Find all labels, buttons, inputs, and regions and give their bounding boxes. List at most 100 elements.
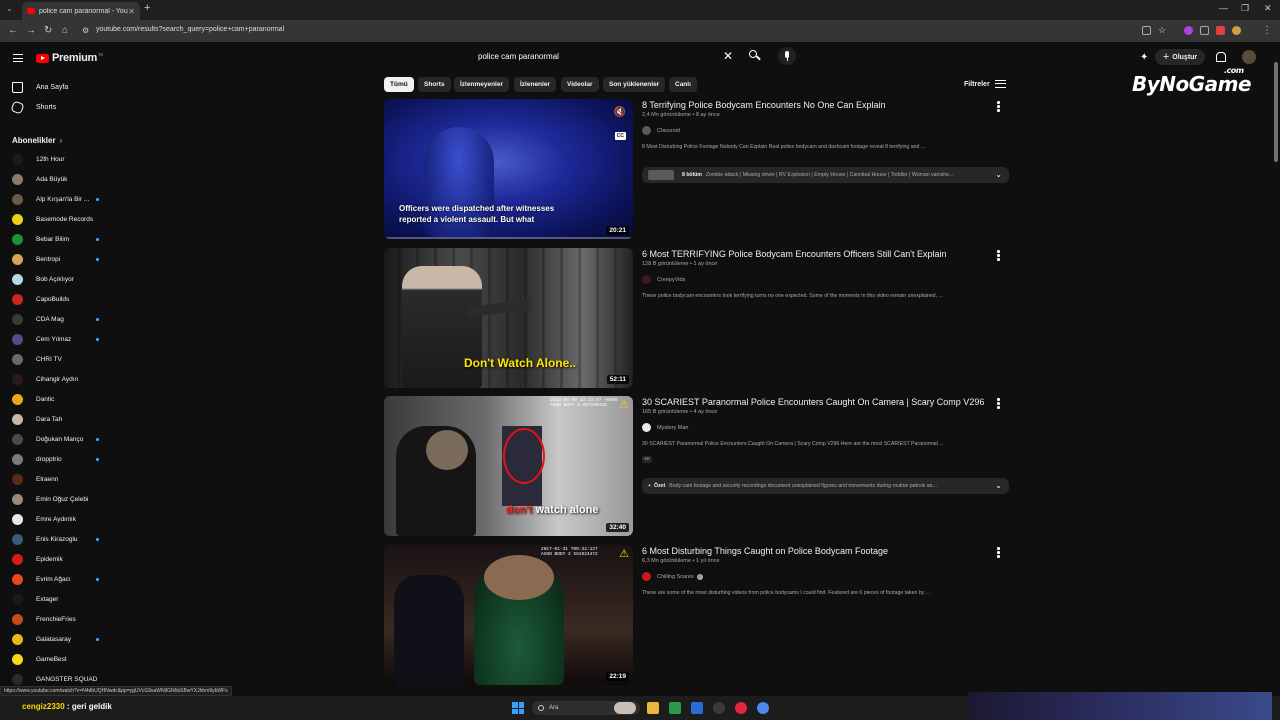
windows-start-icon[interactable] [512,702,524,714]
sidebar-subscription[interactable]: Evrim Ağacı [12,573,112,585]
hamburger-menu-icon[interactable] [13,54,23,62]
sidebar-subscription[interactable]: CHRI TV [12,353,112,365]
video-result[interactable]: 2017-01-31 T00:32:127 AXON BODY 2 X81024… [384,545,1010,685]
sidebar-subscription[interactable]: Emin Oğuz Çelebi [12,493,112,505]
sidebar-subscription[interactable]: Extager [12,593,112,605]
video-title[interactable]: 30 SCARIEST Paranormal Police Encounters… [642,396,1002,408]
extensions-puzzle-icon[interactable] [1200,26,1209,35]
extension-icon[interactable] [1184,26,1193,35]
video-result[interactable]: 🔇 CC Officers were dispatched after witn… [384,99,1010,239]
search-input[interactable]: police cam paranormal [478,52,559,61]
sidebar-subscription[interactable]: Emre Aydınlık [12,513,112,525]
sidebar-subscription[interactable]: Cem Yılmaz [12,333,112,345]
sidebar-subscription[interactable]: Enis Kirazoglu [12,533,112,545]
more-options-icon[interactable] [997,250,1000,262]
channel-link[interactable]: Chezzoid [642,126,1002,135]
subscriptions-heading[interactable]: Abonelikler › [12,136,62,145]
app-green-icon[interactable] [669,702,681,714]
chrome-icon[interactable] [757,702,769,714]
more-options-icon[interactable] [997,398,1000,410]
home-button-icon[interactable]: ⌂ [62,25,68,36]
youtube-logo[interactable]: Premium TR [36,52,103,64]
sidebar-subscription[interactable]: Cihangir Aydın [12,373,112,385]
ai-summary-bar[interactable]: + Özet Body cam footage and security rec… [642,478,1009,494]
chip-unwatched[interactable]: İzlenmeyenler [454,77,509,92]
page-scrollbar[interactable] [1272,42,1280,690]
more-options-icon[interactable] [997,101,1000,113]
sidebar-subscription[interactable]: GANGSTER SQUAD [12,673,112,685]
site-info-icon[interactable]: ⚙ [82,26,89,35]
search-icon[interactable] [748,49,762,63]
app-blue-icon[interactable] [691,702,703,714]
close-tab-icon[interactable]: ✕ [128,7,135,16]
channel-link[interactable]: Chilling Scares ✓ [642,572,1002,581]
more-options-icon[interactable] [997,547,1000,559]
closed-captions-icon[interactable]: CC [614,132,626,140]
video-result[interactable]: Don't Watch Alone.. 52:11 6 Most TERRIFY… [384,248,1010,388]
install-app-icon[interactable] [1142,26,1151,35]
file-explorer-icon[interactable] [647,702,659,714]
premium-spark-icon[interactable]: ✦ [1140,52,1148,63]
chevron-down-icon[interactable]: ⌄ [995,481,1002,490]
bookmark-star-icon[interactable]: ☆ [1158,25,1166,36]
sidebar-subscription[interactable]: Dantic [12,393,112,405]
chapters-bar[interactable]: 8 bölüm Zombie attack | Missing driver |… [642,167,1009,183]
chevron-down-icon[interactable]: ⌄ [995,170,1002,179]
video-title[interactable]: 6 Most Disturbing Things Caught on Polic… [642,545,1002,557]
sidebar-subscription[interactable]: FrenchieFries [12,613,112,625]
forward-arrow-icon[interactable]: → [26,25,36,36]
widget-icon[interactable] [614,702,636,714]
app-gray-icon[interactable] [713,702,725,714]
sidebar-subscription[interactable]: Dara Tah [12,413,112,425]
sidebar-subscription[interactable]: Epidemik [12,553,112,565]
create-button[interactable]: + Oluştur [1155,49,1205,65]
sidebar-subscription[interactable]: GameBest [12,653,112,665]
mute-icon[interactable]: 🔇 [614,107,626,118]
sidebar-subscription[interactable]: Bentropi [12,253,112,265]
chip-all[interactable]: Tümü [384,77,414,92]
channel-link[interactable]: Mystery Man [642,423,1002,432]
chip-shorts[interactable]: Shorts [418,77,451,92]
sidebar-subscription[interactable]: Alp Kırşan'la Bir ... [12,193,112,205]
video-thumbnail[interactable]: 🔇 CC Officers were dispatched after witn… [384,99,633,239]
app-red-icon[interactable] [735,702,747,714]
video-title[interactable]: 8 Terrifying Police Bodycam Encounters N… [642,99,1002,111]
video-result[interactable]: 2023-08-09 23:13:47 +0000 AXON BODY 3 X8… [384,396,1010,536]
notifications-bell-icon[interactable] [1215,52,1226,62]
sidebar-subscription[interactable]: dropptrio [12,453,112,465]
account-avatar[interactable] [1242,50,1256,64]
filters-button[interactable]: Filtreler [964,80,1006,88]
sidebar-subscription[interactable]: Ada Büyük [12,173,112,185]
sidebar-subscription[interactable]: Basemode Records [12,213,112,225]
chip-recently-uploaded[interactable]: Son yüklenenler [603,77,666,92]
sidebar-subscription[interactable]: 12th Hour [12,153,112,165]
back-arrow-icon[interactable]: ← [8,25,18,36]
close-window-icon[interactable]: ✕ [1264,3,1272,14]
sidebar-subscription[interactable]: Elraenn [12,473,112,485]
sidebar-subscription[interactable]: CapoBuilds [12,293,112,305]
minimize-icon[interactable]: — [1219,3,1228,13]
browser-tab[interactable]: police cam paranormal - YouTube ✕ [22,2,140,20]
url-field[interactable]: youtube.com/results?search_query=police+… [96,26,284,33]
sidebar-item-home[interactable]: Ana Sayfa [12,82,68,93]
extension-red-icon[interactable] [1216,26,1225,35]
sidebar-item-shorts[interactable]: Shorts [10,100,56,115]
sidebar-subscription[interactable]: Bob Açıklıyor [12,273,112,285]
chip-watched[interactable]: İzlenenler [514,77,556,92]
reload-icon[interactable]: ↻ [44,25,52,36]
channel-link[interactable]: CreepyVids [642,275,1002,284]
chip-live[interactable]: Canlı [669,77,697,92]
clear-search-icon[interactable]: ✕ [723,49,733,63]
tab-list-chevron-icon[interactable]: ⌄ [6,4,13,13]
scrollbar-thumb[interactable] [1274,62,1278,162]
browser-menu-icon[interactable]: ⋮ [1262,25,1272,36]
video-thumbnail[interactable]: 2023-08-09 23:13:47 +0000 AXON BODY 3 X8… [384,396,633,536]
profile-avatar-icon[interactable] [1232,26,1241,35]
video-thumbnail[interactable]: Don't Watch Alone.. 52:11 [384,248,633,388]
sidebar-subscription[interactable]: Doğukan Manço [12,433,112,445]
video-title[interactable]: 6 Most TERRIFYING Police Bodycam Encount… [642,248,1002,260]
search-box[interactable]: police cam paranormal ✕ [470,47,770,67]
video-thumbnail[interactable]: 2017-01-31 T00:32:127 AXON BODY 2 X81024… [384,545,633,685]
chip-videos[interactable]: Videolar [561,77,599,92]
maximize-icon[interactable]: ❐ [1241,3,1249,14]
